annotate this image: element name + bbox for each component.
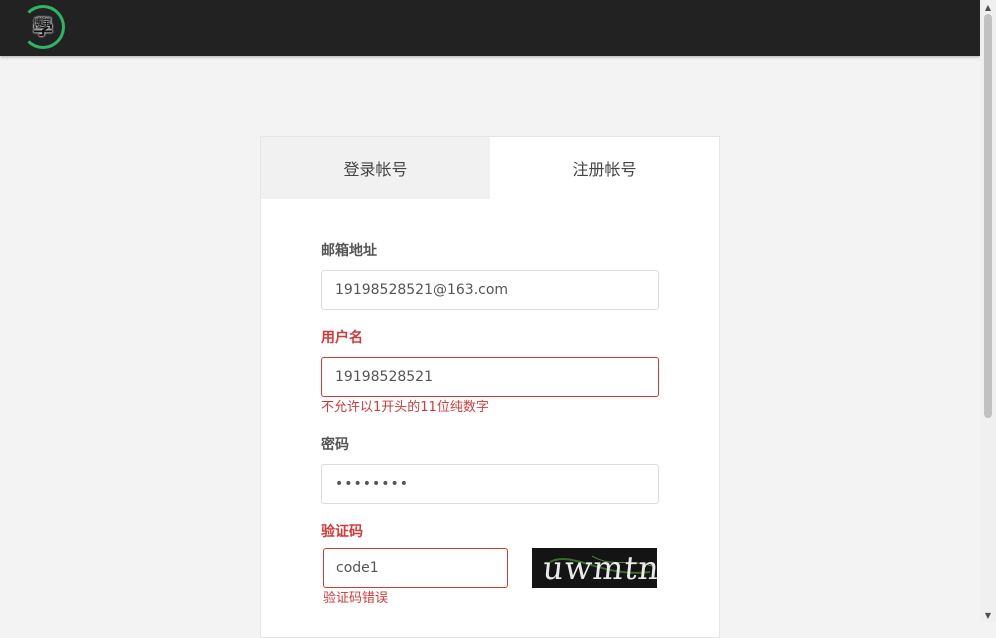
top-navbar: 博宇 學	[0, 0, 980, 56]
auth-card: 登录帐号 注册帐号 邮箱地址 用户名 不允许以1开头的11位纯数字 密码 •••…	[260, 136, 720, 638]
scroll-down-icon[interactable]: ▼	[980, 608, 996, 622]
logo-small-text: 博宇	[33, 19, 52, 29]
username-field[interactable]	[321, 357, 659, 397]
scroll-thumb[interactable]	[984, 14, 992, 418]
captcha-row: uwmtn	[321, 548, 659, 588]
password-group: 密码 ••••••••	[321, 435, 659, 504]
captcha-text: uwmtn	[541, 549, 657, 587]
email-label: 邮箱地址	[321, 243, 377, 259]
password-label: 密码	[321, 437, 349, 453]
scroll-up-icon[interactable]: ▲	[980, 0, 996, 14]
email-group: 邮箱地址	[321, 241, 659, 310]
password-field[interactable]: ••••••••	[321, 464, 659, 504]
username-label: 用户名	[321, 330, 363, 346]
auth-tabs: 登录帐号 注册帐号	[261, 137, 719, 199]
captcha-input[interactable]	[323, 548, 508, 588]
tab-login[interactable]: 登录帐号	[261, 137, 490, 199]
username-error: 不允许以1开头的11位纯数字	[321, 400, 489, 415]
captcha-label: 验证码	[321, 524, 363, 540]
tab-register[interactable]: 注册帐号	[490, 137, 719, 199]
captcha-image[interactable]: uwmtn	[532, 548, 657, 588]
email-field[interactable]	[321, 270, 659, 310]
username-group: 用户名 不允许以1开头的11位纯数字	[321, 328, 659, 417]
site-logo[interactable]: 博宇 學	[21, 5, 65, 49]
page-scrollbar[interactable]: ▲ ▼	[980, 0, 996, 622]
captcha-group: 验证码 uwmtn 验证码错误	[321, 522, 659, 608]
captcha-error: 验证码错误	[323, 591, 389, 606]
